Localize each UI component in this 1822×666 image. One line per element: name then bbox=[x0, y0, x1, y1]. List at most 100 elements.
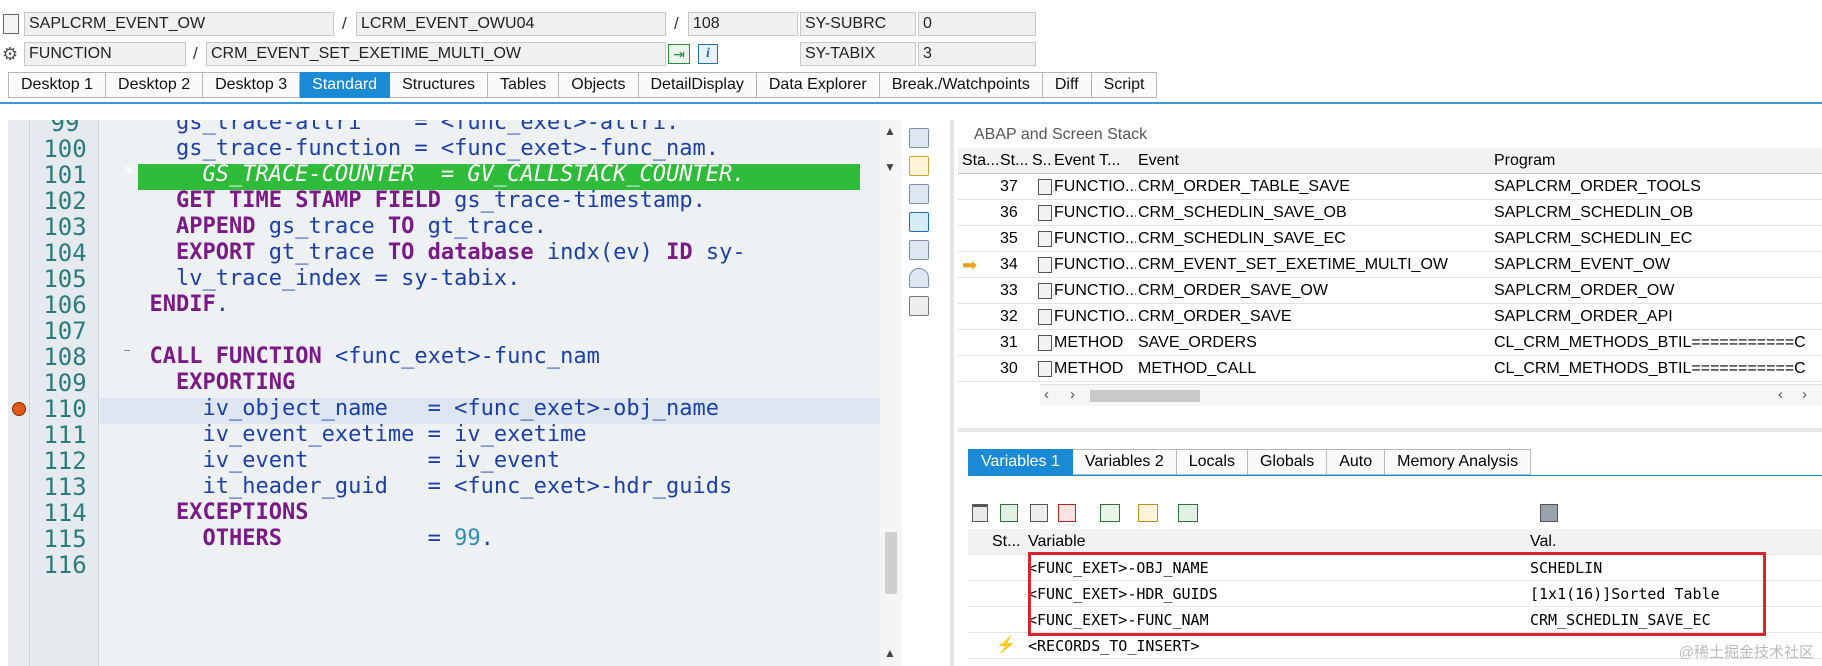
new-tool-icon[interactable] bbox=[909, 156, 929, 176]
scroll-right-icon[interactable]: › bbox=[1802, 386, 1807, 403]
column-header[interactable]: Program bbox=[1494, 148, 1822, 174]
save-icon[interactable] bbox=[1540, 504, 1558, 522]
code-line[interactable]: * GS_TRACE-COUNTER = GV_CALLSTACK_COUNTE… bbox=[123, 162, 746, 188]
close-tool-icon[interactable] bbox=[909, 128, 929, 148]
tab-tables[interactable]: Tables bbox=[488, 72, 560, 98]
sy-tabix-value[interactable]: 3 bbox=[918, 42, 1036, 66]
column-header[interactable]: Event bbox=[1138, 148, 1490, 174]
var-tab-auto[interactable]: Auto bbox=[1327, 449, 1386, 475]
stack-row[interactable]: 37 FUNCTIO... CRM_ORDER_TABLE_SAVE SAPLCRM_… bbox=[958, 174, 1822, 200]
navigate-icon[interactable]: ⇥ bbox=[668, 44, 690, 64]
code-line[interactable]: GET TIME STAMP FIELD gs_trace-timestamp. bbox=[123, 188, 706, 214]
tab-detaildisplay[interactable]: DetailDisplay bbox=[638, 72, 757, 98]
column-header[interactable]: Sta... bbox=[962, 148, 998, 174]
line-field[interactable]: 108 bbox=[688, 12, 798, 36]
code-line[interactable]: iv_object_name = <func_exet>-obj_name bbox=[123, 396, 719, 422]
variable-name[interactable]: <RECORDS_TO_INSERT> bbox=[1028, 633, 1526, 659]
scroll-right-icon[interactable]: › bbox=[1070, 386, 1075, 403]
tab-break-watchpoints[interactable]: Break./Watchpoints bbox=[879, 72, 1043, 98]
code-line[interactable]: iv_event_exetime = iv_exetime bbox=[123, 422, 586, 448]
swap-tool-icon[interactable] bbox=[909, 184, 929, 204]
function-name-field[interactable]: CRM_EVENT_SET_EXETIME_MULTI_OW bbox=[206, 42, 666, 66]
panel-divider[interactable] bbox=[950, 120, 954, 666]
var-tab-globals[interactable]: Globals bbox=[1247, 449, 1328, 475]
var-tab-locals[interactable]: Locals bbox=[1176, 449, 1248, 475]
code-line[interactable]: gs_trace-attri = <func_exet>-attri. bbox=[123, 120, 679, 136]
scroll-up-icon[interactable]: ▲ bbox=[884, 124, 896, 138]
scroll-thumb[interactable] bbox=[885, 532, 897, 594]
line-number: 110 bbox=[43, 395, 87, 423]
program-field[interactable]: SAPLCRM_EVENT_OW bbox=[24, 12, 334, 36]
code-line[interactable]: it_header_guid = <func_exet>-hdr_guids bbox=[123, 474, 732, 500]
tab-script[interactable]: Script bbox=[1091, 72, 1158, 98]
fold-marker[interactable] bbox=[124, 350, 130, 351]
stack-row[interactable]: 32 FUNCTIO... CRM_ORDER_SAVE SAPLCRM_ORDER_… bbox=[958, 304, 1822, 330]
stack-program: CL_CRM_METHODS_BTIL===========C bbox=[1494, 334, 1806, 351]
code-line[interactable]: ENDIF. bbox=[123, 292, 229, 318]
stack-program: SAPLCRM_SCHEDLIN_OB bbox=[1494, 204, 1694, 221]
append-row-icon[interactable] bbox=[1030, 504, 1048, 522]
sy-subrc-value[interactable]: 0 bbox=[918, 12, 1036, 36]
stack-event: CRM_SCHEDLIN_SAVE_EC bbox=[1138, 230, 1346, 247]
current-frame-arrow-icon: ➡ bbox=[962, 255, 978, 275]
editor-scrollbar[interactable]: ▲ ▼ ▲ bbox=[880, 120, 902, 666]
var-tab-variables-1[interactable]: Variables 1 bbox=[968, 449, 1073, 475]
delete-icon[interactable] bbox=[972, 504, 988, 522]
tab-diff[interactable]: Diff bbox=[1042, 72, 1092, 98]
sy-subrc-label: SY-SUBRC bbox=[800, 12, 916, 36]
code-line[interactable]: APPEND gs_trace TO gt_trace. bbox=[123, 214, 547, 240]
variable-tab-underline bbox=[968, 475, 1822, 476]
scroll-left-icon[interactable]: ‹ bbox=[1044, 386, 1049, 403]
code-line[interactable]: OTHERS = 99. bbox=[123, 526, 493, 552]
settings-tool-icon[interactable] bbox=[909, 296, 929, 316]
code-line[interactable]: CALL FUNCTION <func_exet>-func_nam bbox=[123, 344, 600, 370]
tab-standard[interactable]: Standard bbox=[300, 72, 391, 98]
code-line[interactable]: EXCEPTIONS bbox=[123, 500, 308, 526]
code-line[interactable]: lv_trace_index = sy-tabix. bbox=[123, 266, 520, 292]
include-field[interactable]: LCRM_EVENT_OWU04 bbox=[356, 12, 666, 36]
tab-objects[interactable]: Objects bbox=[559, 72, 639, 98]
tab-desktop-1[interactable]: Desktop 1 bbox=[8, 72, 107, 98]
column-header[interactable]: St... bbox=[992, 529, 1026, 555]
tab-structures[interactable]: Structures bbox=[390, 72, 488, 98]
stack-row[interactable]: 30 METHOD METHOD_CALL CL_CRM_METHODS_BTIL==… bbox=[958, 356, 1822, 382]
services-tool-icon[interactable] bbox=[909, 268, 929, 288]
code-line[interactable]: EXPORTING bbox=[123, 370, 295, 396]
scroll-thumb[interactable] bbox=[1090, 390, 1200, 402]
stack-row[interactable]: 31 METHOD SAVE_ORDERS CL_CRM_METHODS_BTIL==… bbox=[958, 330, 1822, 356]
tab-desktop-2[interactable]: Desktop 2 bbox=[106, 72, 204, 98]
info-icon[interactable]: i bbox=[698, 44, 718, 64]
maximize-tool-icon[interactable] bbox=[909, 212, 929, 232]
column-header[interactable]: S... bbox=[1032, 148, 1052, 174]
stack-program: SAPLCRM_SCHEDLIN_EC bbox=[1494, 230, 1693, 247]
scroll-down-icon[interactable]: ▼ bbox=[884, 160, 896, 174]
tab-data-explorer[interactable]: Data Explorer bbox=[756, 72, 880, 98]
export-icon[interactable] bbox=[1178, 504, 1198, 522]
code-line[interactable]: gs_trace-function = <func_exet>-func_nam… bbox=[123, 136, 719, 162]
scroll-up-icon[interactable]: ▲ bbox=[884, 646, 896, 660]
variable-tabs: Variables 1 Variables 2 Locals Globals Auto M… bbox=[968, 449, 1532, 475]
code-line[interactable]: iv_event = iv_event bbox=[123, 448, 560, 474]
column-header[interactable]: St... bbox=[1000, 148, 1030, 174]
transfer-icon[interactable] bbox=[1138, 504, 1158, 522]
stack-row[interactable]: 36 FUNCTIO... CRM_SCHEDLIN_SAVE_OB SAPLCRM_… bbox=[958, 200, 1822, 226]
delete-row-icon[interactable] bbox=[1058, 504, 1076, 522]
panel-splitter[interactable] bbox=[958, 428, 1822, 432]
stack-row[interactable]: ➡ 34 FUNCTIO... CRM_EVENT_SET_EXETIME_MULTI… bbox=[958, 252, 1822, 278]
stack-row[interactable]: 33 FUNCTIO... CRM_ORDER_SAVE_OW SAPLCRM_ORD… bbox=[958, 278, 1822, 304]
stack-hscroll[interactable]: ‹ › ‹ › bbox=[1040, 384, 1822, 406]
tree-icon[interactable] bbox=[1100, 504, 1120, 522]
column-header[interactable]: Event T... bbox=[1054, 148, 1136, 174]
source-editor[interactable]: 99 gs_trace-attri = <func_exet>-attri. 10… bbox=[8, 120, 888, 666]
var-tab-variables-2[interactable]: Variables 2 bbox=[1072, 449, 1177, 475]
stack-row[interactable]: 35 FUNCTIO... CRM_SCHEDLIN_SAVE_EC SAPLCRM_… bbox=[958, 226, 1822, 252]
stack-event: CRM_SCHEDLIN_SAVE_OB bbox=[1138, 204, 1347, 221]
breakpoint-gutter[interactable] bbox=[8, 120, 30, 666]
var-tab-memory-analysis[interactable]: Memory Analysis bbox=[1385, 449, 1532, 475]
tab-desktop-3[interactable]: Desktop 3 bbox=[203, 72, 301, 98]
code-line[interactable]: EXPORT gt_trace TO database indx(ev) ID … bbox=[123, 240, 746, 266]
resize-tool-icon[interactable] bbox=[909, 240, 929, 260]
type-field[interactable]: FUNCTION bbox=[24, 42, 186, 66]
scroll-left-icon[interactable]: ‹ bbox=[1778, 386, 1783, 403]
insert-row-icon[interactable] bbox=[1000, 504, 1018, 522]
